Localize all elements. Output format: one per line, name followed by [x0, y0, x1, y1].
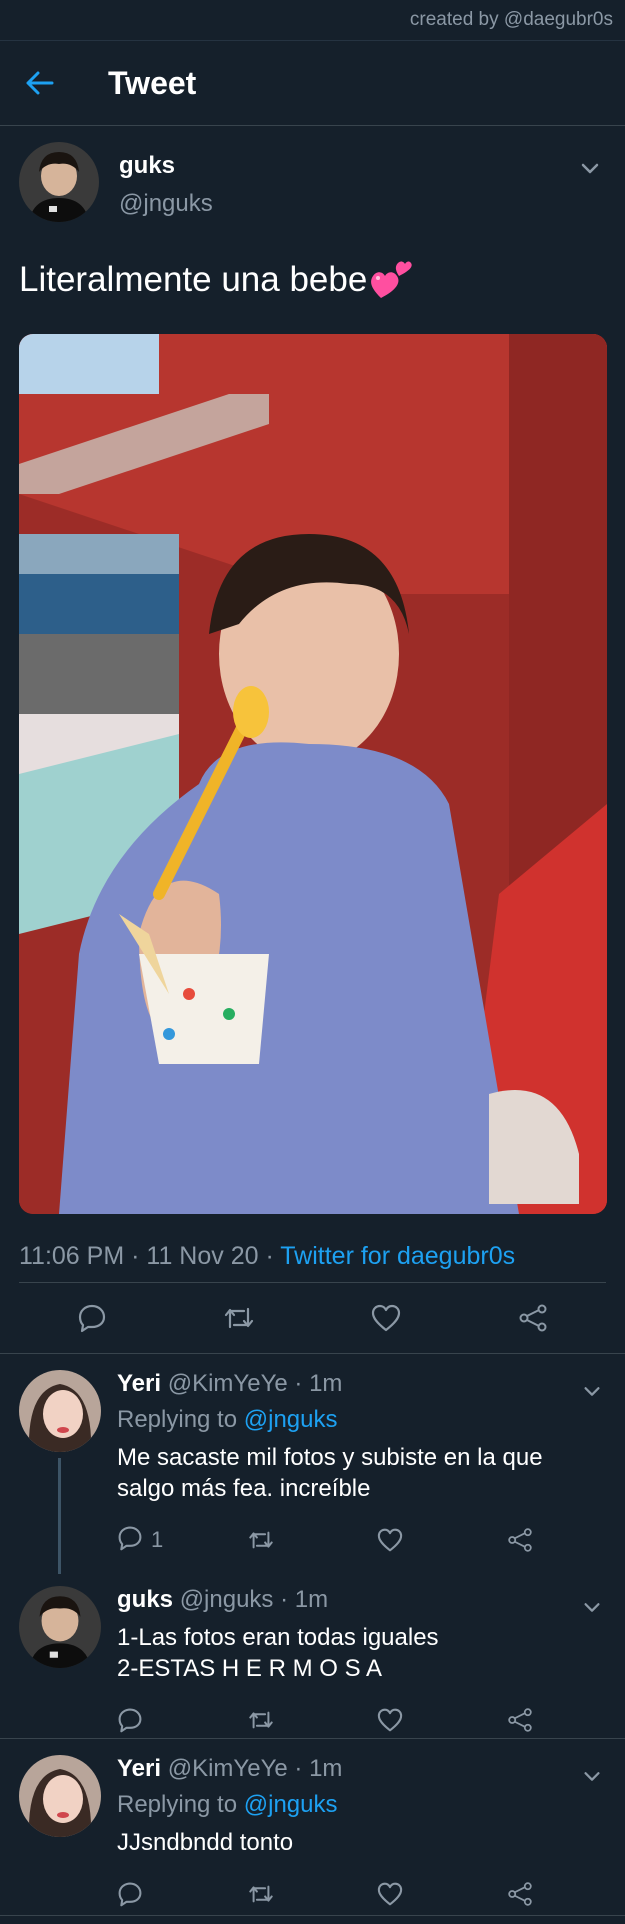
tweet-date: 11 Nov 20 [146, 1242, 259, 1270]
meta-separator: · [265, 1242, 281, 1270]
credit-text: created by @daegubr0s [0, 0, 625, 41]
chevron-down-icon[interactable] [581, 1380, 603, 1402]
reply-actions: 1 [117, 1510, 606, 1570]
replying-to-link[interactable]: @jnguks [244, 1406, 338, 1433]
main-tweet: guks @jnguks Literalmente una bebe 11:06… [0, 126, 625, 1353]
reply-tweet[interactable]: Yeri @KimYeYe · 1m Replying to @jnguks M… [0, 1354, 625, 1574]
reply-tweet[interactable]: Yeri @KimYeYe · 1m Replying to @jnguks J… [0, 1739, 625, 1915]
reply-icon[interactable] [72, 1298, 112, 1338]
chevron-down-icon[interactable] [581, 1765, 603, 1787]
meta-separator: · [131, 1242, 147, 1270]
reply-author-name[interactable]: Yeri [117, 1370, 161, 1397]
reply-time: 1m [309, 1755, 343, 1782]
avatar[interactable] [19, 1755, 101, 1837]
tweet-actions [19, 1283, 606, 1353]
top-bar: Tweet [0, 41, 625, 126]
heart-emoji-icon [369, 260, 413, 300]
avatar[interactable] [19, 142, 99, 222]
chevron-down-icon[interactable] [578, 156, 602, 180]
reply-header: Yeri @KimYeYe · 1m [117, 1755, 606, 1783]
retweet-icon[interactable] [247, 1707, 377, 1733]
tweet-meta: 11:06 PM · 11 Nov 20 · Twitter for daegu… [19, 1242, 606, 1282]
reply-button[interactable]: 1 [117, 1525, 247, 1556]
thread-line [58, 1458, 61, 1574]
author-handle[interactable]: @jnguks [119, 190, 213, 218]
avatar[interactable] [19, 1586, 101, 1668]
reply-text: JJsndbndd tonto [117, 1829, 294, 1856]
replying-to: Replying to @jnguks [117, 1791, 606, 1819]
chevron-down-icon[interactable] [581, 1596, 603, 1618]
reply-count: 1 [151, 1527, 164, 1552]
reply-icon[interactable] [117, 1707, 247, 1733]
reply-text: 1-Las fotos eran todas iguales 2-ESTAS H… [117, 1624, 439, 1682]
tweet-author: guks @jnguks [19, 126, 606, 238]
reply-author-handle[interactable]: @KimYeYe [168, 1370, 288, 1397]
avatar[interactable] [19, 1370, 101, 1452]
reply-header: Yeri @KimYeYe · 1m [117, 1370, 606, 1398]
page-title: Tweet [108, 64, 197, 101]
author-name[interactable]: guks [119, 152, 213, 180]
like-icon[interactable] [377, 1882, 507, 1906]
reply-author-name[interactable]: guks [117, 1586, 173, 1613]
reply-time: 1m [294, 1586, 329, 1613]
like-icon[interactable] [377, 1708, 507, 1732]
share-icon[interactable] [507, 1881, 533, 1907]
reply-author-name[interactable]: Yeri [117, 1755, 161, 1782]
tweet-text-content: Literalmente una bebe [19, 260, 368, 299]
reply-time: 1m [309, 1370, 343, 1397]
share-icon[interactable] [513, 1298, 553, 1338]
like-icon[interactable] [366, 1298, 406, 1338]
tweet-time: 11:06 PM [19, 1242, 125, 1270]
reply-text: Me sacaste mil fotos y subiste en la que… [117, 1444, 543, 1502]
replying-label: Replying to [117, 1406, 238, 1433]
reply-author-handle[interactable]: @jnguks [180, 1586, 274, 1613]
reply-icon[interactable] [117, 1881, 247, 1907]
retweet-icon[interactable] [219, 1298, 259, 1338]
tweet-source-link[interactable]: Twitter for daegubr0s [280, 1242, 515, 1270]
replying-to-link[interactable]: @jnguks [244, 1791, 338, 1818]
meta-separator: · [294, 1755, 310, 1782]
like-icon[interactable] [377, 1528, 507, 1552]
tweet-photo[interactable] [19, 334, 607, 1214]
reply-icon[interactable] [117, 1525, 143, 1556]
share-icon[interactable] [507, 1707, 533, 1733]
reply-header: guks @jnguks · 1m [117, 1586, 606, 1614]
retweet-icon[interactable] [247, 1527, 377, 1553]
share-icon[interactable] [507, 1527, 533, 1553]
tweet-text: Literalmente una bebe [19, 250, 606, 310]
replying-label: Replying to [117, 1791, 238, 1818]
retweet-icon[interactable] [247, 1881, 377, 1907]
reply-actions [117, 1864, 606, 1924]
reply-tweet[interactable]: guks @jnguks · 1m 1-Las fotos eran todas… [0, 1570, 625, 1738]
meta-separator: · [294, 1370, 310, 1397]
meta-separator: · [280, 1586, 295, 1613]
replying-to: Replying to @jnguks [117, 1406, 606, 1434]
reply-author-handle[interactable]: @KimYeYe [168, 1755, 288, 1782]
back-arrow-icon[interactable] [22, 65, 58, 101]
